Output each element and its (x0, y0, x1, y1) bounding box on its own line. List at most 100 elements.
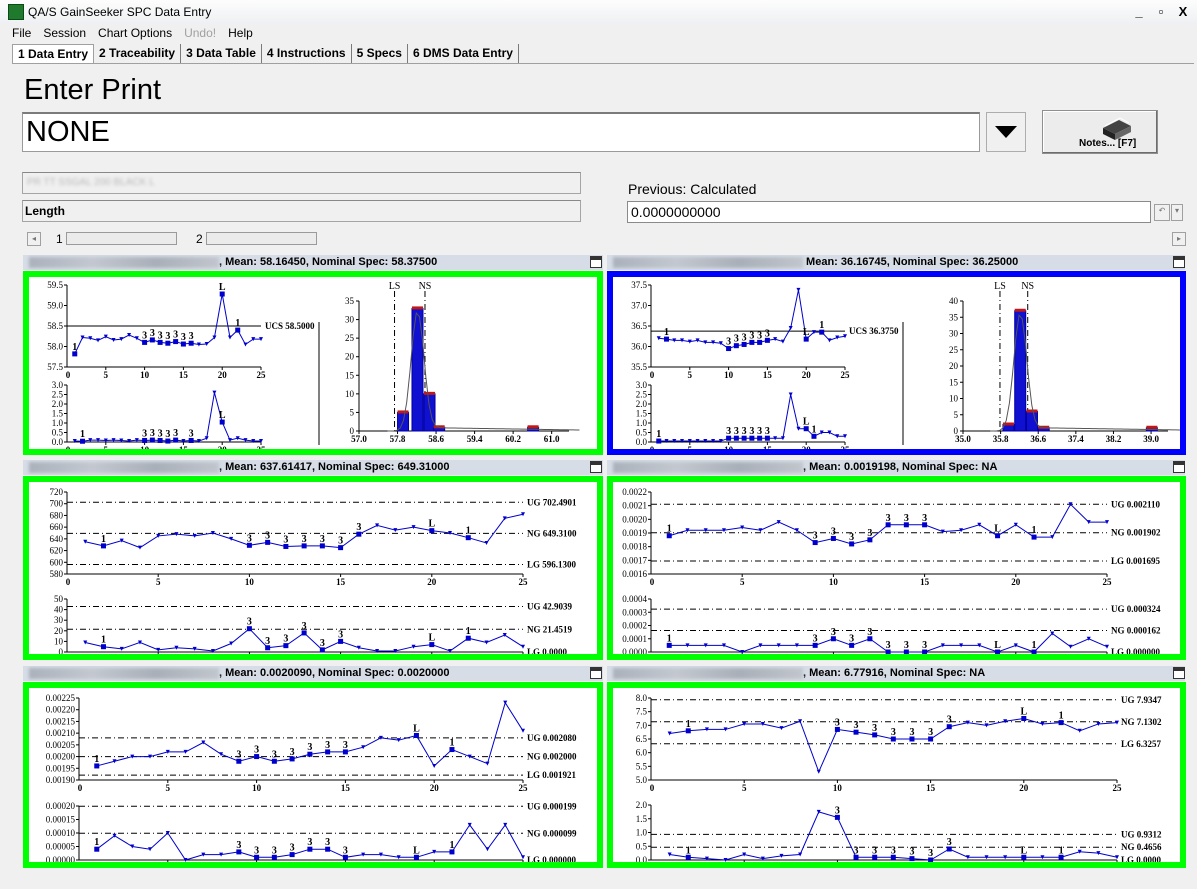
panel-2-r-y-tick-label: 0.0 (636, 437, 648, 447)
panel-5-x-y-tick-label: 0.00220 (46, 705, 76, 715)
panel-4-r-flag-label: 3 (904, 640, 909, 651)
panel-4-svg: 0.0016 0.0017 0.0018 0.0019 0.0020 0.0021 0.00… (622, 487, 1161, 665)
tab-instructions[interactable]: 4 Instructions (262, 44, 352, 63)
panel-2-r-y-tick-label: 0.5 (636, 428, 648, 438)
panel-1-x-flag-label: 1 (235, 318, 240, 329)
panel-5-svg: 0.00190 0.001950.00200 0.00205 0.00210 0.002… (46, 693, 577, 873)
panel-4-x-flag-label: 3 (922, 513, 927, 524)
scroll-left-button[interactable]: ◂ (27, 232, 41, 246)
panel-6-x-ref-label: UG 7.9347 (1121, 695, 1162, 705)
panel-6-r-y-tick-label: 1.0 (636, 828, 648, 838)
panel-3-r-y-tick-label: 10 (54, 636, 64, 646)
panel-4-maximize-icon[interactable] (1173, 461, 1185, 473)
panel-6-r-y-tick-label: 1.5 (636, 814, 648, 824)
panel-3-x-flag-label: 3 (265, 530, 270, 541)
panel-6-x-flag-label: 3 (928, 727, 933, 738)
panel-2-x-y-tick-label: 37.5 (631, 280, 647, 290)
panel-1-chart[interactable]: 57.5 58.0 58.5 59.0 59.5 5 10 15 20 25 0 UCS 58.500… (23, 271, 603, 455)
panel-3-x-y-tick-label: 620 (50, 546, 64, 556)
subgroup-2-field[interactable] (206, 232, 317, 245)
panel-6-x-flag-label: 3 (854, 720, 859, 731)
panel-6-r-ref-label: NG 0.4656 (1121, 842, 1162, 852)
panel-2-maximize-icon[interactable] (1173, 256, 1185, 268)
panel-3-x-y-tick-label: 660 (50, 522, 64, 532)
menu-chart-options[interactable]: Chart Options (98, 26, 172, 40)
panel-3-x-flag-label: 3 (302, 534, 307, 545)
maximize-button[interactable]: ▫ (1151, 3, 1171, 21)
panel-4-x-flag-label: 3 (867, 528, 872, 539)
panel-1-histogram-y-tick-label: 25 (345, 333, 355, 343)
panel-5-stats: , Mean: 0.0020090, Nominal Spec: 0.00200… (219, 667, 450, 679)
panel-2-x-flag-label: 3 (765, 328, 770, 339)
menu-session[interactable]: Session (43, 26, 86, 40)
panel-3-x-flag-label: L (428, 519, 435, 530)
undo-icon[interactable]: ↶ (1154, 204, 1170, 221)
undo-dropdown-icon[interactable]: ▾ (1171, 204, 1183, 221)
print-dropdown-button[interactable] (986, 112, 1026, 152)
panel-1-stats: , Mean: 58.16450, Nominal Spec: 58.37500 (219, 256, 438, 268)
menu-file[interactable]: File (12, 26, 31, 40)
panel-5-r-y-tick-label: 0.00005 (46, 842, 76, 852)
panel-1-r-x-tick-label: 15 (179, 445, 189, 449)
panel-5-x-flag-label: 1 (449, 738, 454, 749)
panel-6-x-ref-label: LG 6.3257 (1121, 739, 1162, 749)
part-name: PR TT SSGAL 200 BLACK L (27, 177, 155, 188)
panel-1-histogram-bar-cap (411, 306, 423, 310)
panel-3-r-y-tick-label: 40 (54, 605, 64, 615)
panel-2-chart[interactable]: 35.5 36.0 36.5 37.0 37.5 5 10 15 20 25 0 UCS 36.375… (607, 271, 1186, 455)
minimize-button[interactable]: _ (1129, 3, 1149, 21)
scroll-right-button[interactable]: ▸ (1172, 232, 1186, 246)
panel-1-x-y-tick-label: 57.5 (47, 362, 63, 372)
menu-undo: Undo! (184, 26, 217, 40)
panel-5-chart[interactable]: 0.00190 0.00195 0.00200 0.00205 0.00210 0.002… (23, 682, 603, 873)
panel-4-x-ref-label: UG 0.002110 (1111, 499, 1161, 509)
panel-5-maximize-icon[interactable] (590, 667, 602, 679)
panel-3-x-x-tick-label: 25 (519, 577, 529, 587)
tab-data-entry[interactable]: 1 Data Entry (12, 44, 95, 63)
panel-6-r-ref-label: LG 0.0000 (1121, 855, 1162, 862)
panel-2-r-flag-label: 3 (734, 426, 739, 437)
panel-6-x-flag-label: 3 (947, 715, 952, 726)
panel-2-histogram-x-tick-label: 39.0 (1143, 434, 1159, 444)
subgroup-1-label: 1 (56, 232, 63, 246)
panel-6-r-y-tick-label: 0.5 (636, 841, 648, 851)
panel-1-x-x-tick-label: 0 (66, 370, 71, 380)
tab-dms-data-entry[interactable]: 6 DMS Data Entry (408, 44, 519, 63)
panel-3-chart[interactable]: 580 600 620 640 660 680 700 720 5 10 15 20 25 0 UG 702… (23, 476, 603, 665)
menu-bar: File Session Chart Options Undo! Help (0, 24, 265, 42)
tab-data-table[interactable]: 3 Data Table (181, 44, 262, 63)
panel-2-x-flag-label: 3 (757, 330, 762, 341)
panel-6-x-x-tick-label: 25 (1113, 783, 1123, 793)
panel-3-svg: 5806006206406606807007205 10 15 20 250UG 702… (50, 487, 578, 665)
subgroup-1-field[interactable] (66, 232, 177, 245)
panel-6-maximize-icon[interactable] (1173, 667, 1185, 679)
panel-1-histogram-bar-cap (527, 425, 539, 429)
panel-6-r-flag-label: 3 (928, 848, 933, 859)
blurred-name (613, 256, 803, 268)
panel-4-r-y-tick-label: 0.0001 (622, 634, 647, 644)
panel-4-r-flag-label: 3 (922, 640, 927, 651)
panel-1-x-flag-label: 3 (189, 331, 194, 342)
panel-3-maximize-icon[interactable] (590, 461, 602, 473)
panel-2-histogram-bar (1014, 310, 1027, 432)
panel-5-x-y-tick-label: 0.00205 (46, 740, 76, 750)
panel-1-r-y-tick-label: 0.0 (52, 437, 64, 447)
panel-2-histogram-x-tick-label: 37.4 (1068, 434, 1084, 444)
panel-6-r-flag-label: L (1020, 845, 1027, 856)
panel-5-r-ref-label: LG 0.000000 (527, 855, 577, 862)
panel-1-histogram-y-tick-label: 15 (345, 370, 355, 380)
panel-4-chart[interactable]: 0.0016 0.0017 0.0018 0.0019 0.0020 0.0021 0.00… (607, 476, 1186, 665)
panel-1-maximize-icon[interactable] (590, 256, 602, 268)
panel-6-chart[interactable]: 5.0 5.5 6.0 6.5 7.0 7.5 8.0 5 10 15 20 25 0 UG 7.9347… (607, 682, 1186, 873)
tab-specs[interactable]: 5 Specs (352, 44, 408, 63)
panel-2-r-x-tick-label: 5 (688, 445, 693, 449)
panel-4-x-flag-label: 3 (813, 531, 818, 542)
notes-button[interactable]: Notes... [F7] (1042, 110, 1158, 154)
print-input[interactable]: NONE (22, 112, 980, 152)
menu-help[interactable]: Help (228, 26, 253, 40)
close-button[interactable]: X (1173, 3, 1193, 21)
tab-traceability[interactable]: 2 Traceability (94, 44, 182, 63)
panel-5-r-point (485, 847, 490, 852)
panel-6-r-flag-label: 3 (947, 837, 952, 848)
panel-2-x-flag-label: 3 (734, 334, 739, 345)
